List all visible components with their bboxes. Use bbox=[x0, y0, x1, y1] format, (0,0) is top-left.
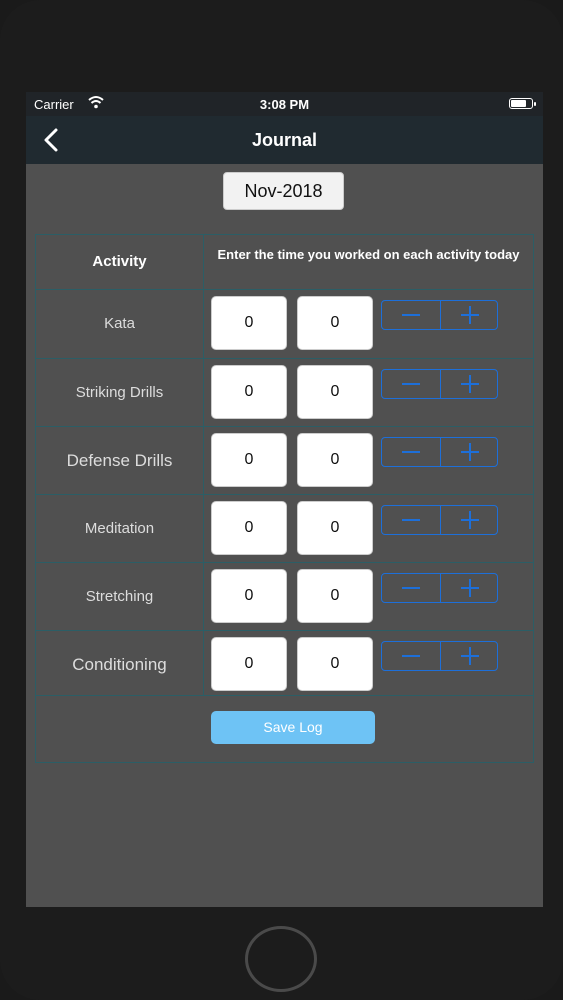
time-column-header: Enter the time you worked on each activi… bbox=[217, 247, 520, 262]
table-row: Kata 0 0 bbox=[36, 290, 533, 358]
time-stepper bbox=[381, 573, 498, 603]
table-row: Meditation 0 0 bbox=[36, 495, 533, 563]
time-input-1[interactable]: 0 bbox=[211, 365, 287, 419]
status-bar: Carrier 3:08 PM bbox=[26, 92, 543, 116]
time-input-2[interactable]: 0 bbox=[297, 637, 373, 691]
increment-button[interactable] bbox=[440, 370, 499, 398]
row-divider bbox=[36, 695, 533, 696]
decrement-button[interactable] bbox=[382, 438, 440, 466]
time-input-2[interactable]: 0 bbox=[297, 365, 373, 419]
activity-label: Conditioning bbox=[72, 655, 167, 674]
time-input-1[interactable]: 0 bbox=[211, 501, 287, 555]
decrement-button[interactable] bbox=[382, 370, 440, 398]
phone-frame: Carrier 3:08 PM Journal Nov-2018 Activit… bbox=[0, 0, 563, 1000]
activity-table: Activity Enter the time you worked on ea… bbox=[35, 234, 534, 763]
activity-label: Striking Drills bbox=[75, 384, 164, 401]
minus-icon bbox=[402, 655, 420, 657]
page-title: Journal bbox=[251, 130, 317, 150]
time-input-2[interactable]: 0 bbox=[297, 296, 373, 350]
minus-icon bbox=[402, 519, 420, 521]
table-row: Defense Drills 0 0 bbox=[36, 427, 533, 495]
minus-icon bbox=[402, 587, 420, 589]
time-stepper bbox=[381, 369, 498, 399]
time-input-1[interactable]: 0 bbox=[211, 433, 287, 487]
nav-bar: Journal bbox=[26, 116, 543, 164]
app-screen: Carrier 3:08 PM Journal Nov-2018 Activit… bbox=[26, 92, 543, 907]
home-button[interactable] bbox=[245, 926, 317, 992]
save-log-button[interactable]: Save Log bbox=[211, 711, 375, 744]
increment-button[interactable] bbox=[440, 574, 499, 602]
activity-label: Defense Drills bbox=[66, 451, 173, 470]
status-time: 3:08 PM bbox=[259, 97, 310, 112]
plus-icon bbox=[461, 443, 479, 461]
time-stepper bbox=[381, 641, 498, 671]
minus-icon bbox=[402, 383, 420, 385]
increment-button[interactable] bbox=[440, 438, 499, 466]
activity-label: Stretching bbox=[85, 588, 154, 605]
decrement-button[interactable] bbox=[382, 506, 440, 534]
month-selector[interactable]: Nov-2018 bbox=[223, 172, 344, 210]
plus-icon bbox=[461, 375, 479, 393]
minus-icon bbox=[402, 451, 420, 453]
time-stepper bbox=[381, 437, 498, 467]
decrement-button[interactable] bbox=[382, 574, 440, 602]
minus-icon bbox=[402, 314, 420, 316]
plus-icon bbox=[461, 579, 479, 597]
table-row: Conditioning 0 0 bbox=[36, 631, 533, 699]
plus-icon bbox=[461, 306, 479, 324]
plus-icon bbox=[461, 647, 479, 665]
battery-icon bbox=[509, 98, 536, 109]
activity-label: Meditation bbox=[84, 520, 155, 537]
increment-button[interactable] bbox=[440, 642, 499, 670]
decrement-button[interactable] bbox=[382, 642, 440, 670]
activity-column-header: Activity bbox=[92, 253, 147, 270]
time-stepper bbox=[381, 505, 498, 535]
time-stepper bbox=[381, 300, 498, 330]
time-input-1[interactable]: 0 bbox=[211, 569, 287, 623]
time-input-2[interactable]: 0 bbox=[297, 433, 373, 487]
plus-icon bbox=[461, 511, 479, 529]
decrement-button[interactable] bbox=[382, 301, 440, 329]
increment-button[interactable] bbox=[440, 506, 499, 534]
time-input-2[interactable]: 0 bbox=[297, 501, 373, 555]
time-input-2[interactable]: 0 bbox=[297, 569, 373, 623]
table-row: Stretching 0 0 bbox=[36, 563, 533, 631]
time-input-1[interactable]: 0 bbox=[211, 296, 287, 350]
table-row: Striking Drills 0 0 bbox=[36, 359, 533, 427]
activity-label: Kata bbox=[104, 315, 135, 332]
increment-button[interactable] bbox=[440, 301, 499, 329]
time-input-1[interactable]: 0 bbox=[211, 637, 287, 691]
